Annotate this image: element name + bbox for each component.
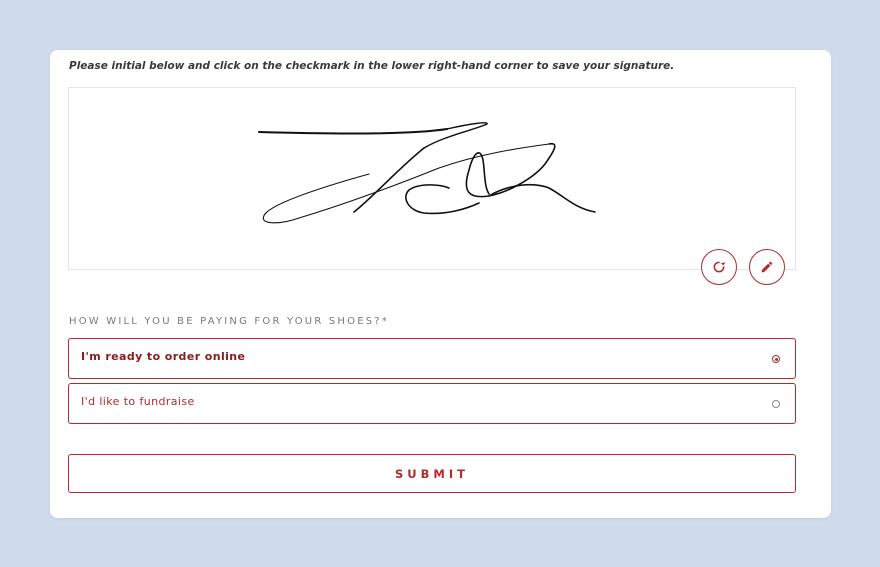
option-label: I'm ready to order online <box>81 350 246 363</box>
redo-button[interactable] <box>701 249 737 285</box>
submit-button[interactable]: SUBMIT <box>68 454 796 493</box>
radio-unselected-icon[interactable] <box>772 400 780 408</box>
signature-drawing <box>258 122 596 224</box>
radio-selected-icon[interactable] <box>772 355 780 363</box>
signature-instruction: Please initial below and click on the ch… <box>69 60 675 72</box>
signature-pad[interactable] <box>68 87 796 270</box>
form-card: Please initial below and click on the ch… <box>50 50 831 518</box>
edit-signature-button[interactable] <box>749 249 785 285</box>
option-label: I'd like to fundraise <box>81 395 195 408</box>
payment-question: HOW WILL YOU BE PAYING FOR YOUR SHOES?* <box>69 316 389 327</box>
pencil-icon <box>761 261 773 273</box>
redo-icon <box>713 261 726 273</box>
payment-option-order-online[interactable]: I'm ready to order online <box>68 338 796 379</box>
payment-option-fundraise[interactable]: I'd like to fundraise <box>68 383 796 424</box>
